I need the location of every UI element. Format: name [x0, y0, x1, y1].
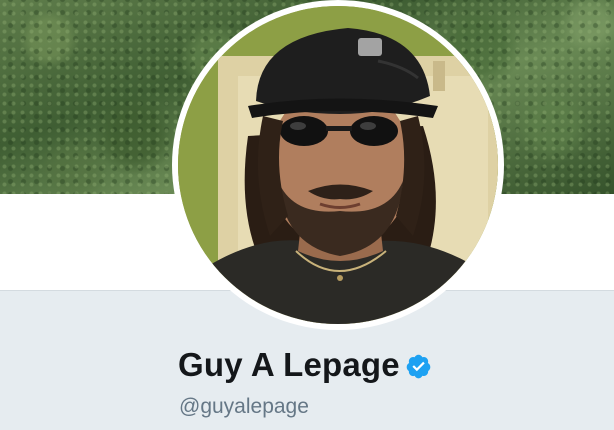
profile-handle[interactable]: @guyalepage: [179, 395, 309, 419]
profile-avatar[interactable]: [172, 0, 504, 330]
profile-name-row: Guy A Lepage: [178, 346, 432, 384]
avatar-photo: [178, 6, 498, 324]
profile-display-name[interactable]: Guy A Lepage: [178, 346, 400, 384]
verified-badge-icon: [406, 354, 431, 378]
avatar-portrait-illustration: [178, 6, 498, 324]
profile-page: Guy A Lepage @guyalepage: [0, 0, 614, 430]
